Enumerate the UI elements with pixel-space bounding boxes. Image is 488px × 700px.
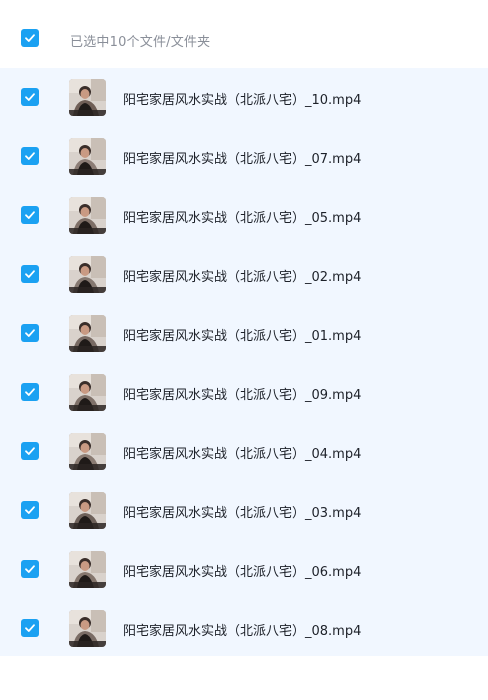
file-row[interactable]: 阳宅家居风水实战（北派八宅）_02.mp4 — [0, 245, 488, 304]
file-row[interactable]: 阳宅家居风水实战（北派八宅）_03.mp4 — [0, 481, 488, 540]
checkmark-icon — [25, 93, 35, 101]
file-checkbox[interactable] — [21, 442, 39, 460]
checkmark-icon — [25, 152, 35, 160]
file-checkbox[interactable] — [21, 88, 39, 106]
file-row[interactable]: 阳宅家居风水实战（北派八宅）_06.mp4 — [0, 540, 488, 599]
video-thumbnail-icon — [69, 433, 106, 470]
file-name: 阳宅家居风水实战（北派八宅）_10.mp4 — [123, 93, 362, 108]
checkmark-icon — [25, 270, 35, 278]
checkmark-icon — [25, 329, 35, 337]
file-checkbox[interactable] — [21, 501, 39, 519]
file-checkbox[interactable] — [21, 560, 39, 578]
file-name: 阳宅家居风水实战（北派八宅）_08.mp4 — [123, 624, 362, 639]
checkmark-icon — [25, 506, 35, 514]
file-name: 阳宅家居风水实战（北派八宅）_03.mp4 — [123, 506, 362, 521]
video-thumbnail-icon — [69, 315, 106, 352]
file-row[interactable]: 阳宅家居风水实战（北派八宅）_04.mp4 — [0, 422, 488, 481]
selection-header: 已选中10个文件/文件夹 — [0, 0, 488, 70]
video-thumbnail-icon — [69, 492, 106, 529]
file-checkbox[interactable] — [21, 147, 39, 165]
file-checkbox[interactable] — [21, 383, 39, 401]
video-thumbnail-icon — [69, 610, 106, 647]
file-name: 阳宅家居风水实战（北派八宅）_07.mp4 — [123, 152, 362, 167]
file-name: 阳宅家居风水实战（北派八宅）_06.mp4 — [123, 565, 362, 580]
checkmark-icon — [25, 447, 35, 455]
checkmark-icon — [25, 34, 35, 42]
video-thumbnail-icon — [69, 256, 106, 293]
selection-summary: 已选中10个文件/文件夹 — [70, 35, 211, 50]
file-row[interactable]: 阳宅家居风水实战（北派八宅）_10.mp4 — [0, 68, 488, 127]
checkmark-icon — [25, 211, 35, 219]
file-selection-page: 已选中10个文件/文件夹 阳宅家居风水实战（北派八宅）_10.mp4 阳宅家居风水… — [0, 0, 488, 700]
select-all-checkbox[interactable] — [21, 29, 39, 47]
checkmark-icon — [25, 388, 35, 396]
file-checkbox[interactable] — [21, 619, 39, 637]
file-row[interactable]: 阳宅家居风水实战（北派八宅）_08.mp4 — [0, 599, 488, 658]
file-name: 阳宅家居风水实战（北派八宅）_04.mp4 — [123, 447, 362, 462]
video-thumbnail-icon — [69, 138, 106, 175]
video-thumbnail-icon — [69, 197, 106, 234]
video-thumbnail-icon — [69, 79, 106, 116]
checkmark-icon — [25, 565, 35, 573]
file-row[interactable]: 阳宅家居风水实战（北派八宅）_07.mp4 — [0, 127, 488, 186]
video-thumbnail-icon — [69, 551, 106, 588]
file-name: 阳宅家居风水实战（北派八宅）_02.mp4 — [123, 270, 362, 285]
file-row[interactable]: 阳宅家居风水实战（北派八宅）_09.mp4 — [0, 363, 488, 422]
video-thumbnail-icon — [69, 374, 106, 411]
checkmark-icon — [25, 624, 35, 632]
file-name: 阳宅家居风水实战（北派八宅）_09.mp4 — [123, 388, 362, 403]
file-name: 阳宅家居风水实战（北派八宅）_01.mp4 — [123, 329, 362, 344]
file-list: 阳宅家居风水实战（北派八宅）_10.mp4 阳宅家居风水实战（北派八宅）_07.m… — [0, 68, 488, 656]
file-checkbox[interactable] — [21, 324, 39, 342]
file-name: 阳宅家居风水实战（北派八宅）_05.mp4 — [123, 211, 362, 226]
file-checkbox[interactable] — [21, 206, 39, 224]
file-row[interactable]: 阳宅家居风水实战（北派八宅）_01.mp4 — [0, 304, 488, 363]
file-row[interactable]: 阳宅家居风水实战（北派八宅）_05.mp4 — [0, 186, 488, 245]
file-checkbox[interactable] — [21, 265, 39, 283]
